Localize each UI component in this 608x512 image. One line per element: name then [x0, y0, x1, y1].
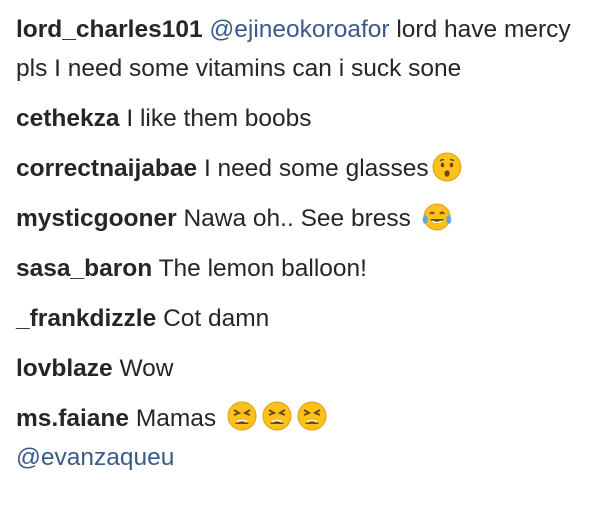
- tired-face-icon: [261, 400, 293, 432]
- comment-username[interactable]: _frankdizzle: [16, 305, 156, 332]
- comment-text: Wow: [119, 355, 174, 382]
- comment-item: lord_charles101 @ejineokoroafor lord hav…: [16, 10, 586, 88]
- comment-username[interactable]: ms.faiane: [16, 405, 129, 432]
- tired-face-icon: [226, 400, 258, 432]
- tired-face-icon: [296, 400, 328, 432]
- comment-text: I like them boobs: [126, 105, 312, 132]
- comment-item: _frankdizzle Cot damn: [16, 299, 586, 338]
- comment-item: correctnaijabae I need some glasses: [16, 149, 586, 188]
- comment-item: cethekza I like them boobs: [16, 99, 586, 138]
- comment-text: Nawa oh.. See bress: [183, 205, 411, 232]
- comment-username[interactable]: correctnaijabae: [16, 155, 197, 182]
- comment-mention[interactable]: @ejineokoroafor: [209, 16, 389, 43]
- comment-list: lord_charles101 @ejineokoroafor lord hav…: [0, 0, 608, 477]
- comment-item: sasa_baron The lemon balloon!: [16, 249, 586, 288]
- comment-text: Cot damn: [163, 305, 270, 332]
- comment-username[interactable]: lord_charles101: [16, 16, 203, 43]
- comment-username[interactable]: sasa_baron: [16, 255, 152, 282]
- tears-of-joy-icon: [421, 202, 453, 232]
- comment-username[interactable]: mysticgooner: [16, 205, 177, 232]
- comment-text: The lemon balloon!: [158, 255, 367, 282]
- comment-text: Mamas: [135, 405, 217, 432]
- comment-item: ms.faiane Mamas @evanzaqueu: [16, 399, 586, 477]
- comment-mention[interactable]: @evanzaqueu: [16, 444, 174, 471]
- comment-text: I need some glasses: [203, 155, 429, 182]
- hushed-face-icon: [432, 152, 462, 182]
- comment-username[interactable]: lovblaze: [16, 355, 113, 382]
- comment-username[interactable]: cethekza: [16, 105, 120, 132]
- comment-item: mysticgooner Nawa oh.. See bress: [16, 199, 586, 238]
- comment-item: lovblaze Wow: [16, 349, 586, 388]
